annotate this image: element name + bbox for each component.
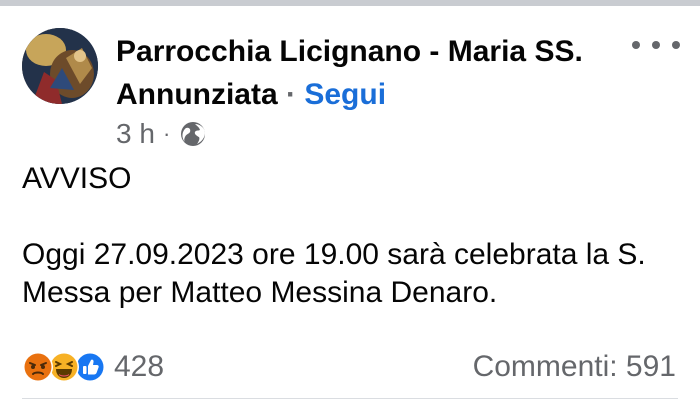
- avatar-image: [22, 28, 98, 104]
- reactions-summary[interactable]: 428: [22, 348, 164, 386]
- footer-divider: [22, 398, 678, 399]
- more-dot: [672, 41, 680, 49]
- post-meta: 3 h ·: [116, 116, 208, 152]
- post-heading: AVVISO: [22, 162, 132, 195]
- post-paragraph: Oggi 27.09.2023 ore 19.00 sarà celebrata…: [22, 238, 646, 309]
- post-body: AVVISO Oggi 27.09.2023 ore 19.00 sarà ce…: [22, 160, 692, 312]
- meta-separator: ·: [162, 121, 171, 146]
- post-time[interactable]: 3 h: [116, 118, 155, 150]
- more-dot: [652, 41, 660, 49]
- top-divider: [0, 0, 700, 6]
- follow-button[interactable]: Segui: [304, 78, 386, 111]
- post-header: Parrocchia Licignano - Maria SS. Annunzi…: [116, 30, 616, 116]
- more-options-icon[interactable]: [632, 30, 680, 60]
- angry-icon: [22, 351, 54, 383]
- reaction-count: 428: [114, 350, 165, 383]
- header-separator: ·: [286, 78, 297, 111]
- page-avatar[interactable]: [22, 28, 98, 104]
- comments-count[interactable]: Commenti: 591: [473, 348, 676, 386]
- globe-icon: [181, 122, 206, 146]
- more-dot: [632, 41, 640, 49]
